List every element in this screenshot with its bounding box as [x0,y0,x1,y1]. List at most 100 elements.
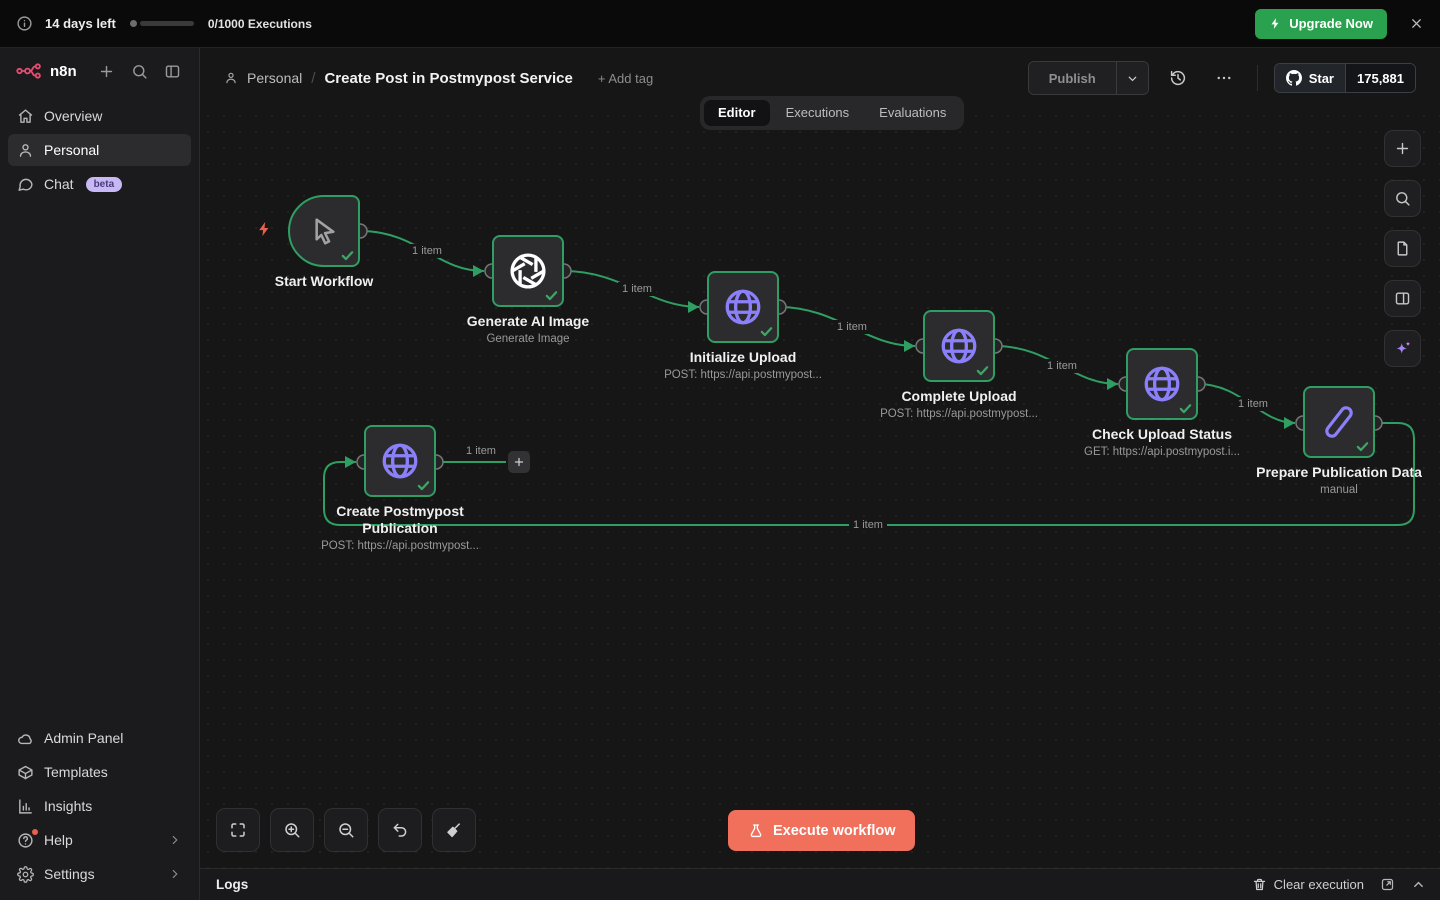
success-check-icon [417,479,430,492]
undo-icon [391,821,409,839]
close-banner-icon[interactable] [1409,16,1424,31]
node-generate-ai-image[interactable]: Generate AI Image Generate Image [492,235,564,307]
upgrade-now-button[interactable]: Upgrade Now [1255,9,1387,39]
connection-items-label: 1 item [1043,359,1081,373]
sidebar-logo-row: n8n [0,48,199,94]
github-star-widget[interactable]: Star 175,881 [1274,63,1416,93]
brand-name: n8n [50,63,77,80]
add-tag-button[interactable]: + Add tag [598,71,653,86]
zoom-out-button[interactable] [324,808,368,852]
node-subtitle: POST: https://api.postmypost... [844,408,1074,420]
bar-chart-icon [17,798,34,815]
sidebar-item-overview[interactable]: Overview [8,100,191,132]
trial-days-left: 14 days left [45,16,116,31]
sidebar-item-label: Chat [44,176,74,192]
node-check-upload-status[interactable]: Check Upload Status GET: https://api.pos… [1126,348,1198,420]
sidebar-item-personal[interactable]: Personal [8,134,191,166]
node-start-workflow[interactable]: Start Workflow [288,195,360,267]
add-node-plus-button[interactable] [508,451,530,473]
canvas-search-button[interactable] [1384,180,1421,217]
node-label: Check Upload Status [1047,426,1277,443]
node-prepare-publication-data[interactable]: Prepare Publication Data manual [1303,386,1375,458]
globe-icon [722,286,764,328]
trash-icon [1252,877,1267,892]
collapse-sidebar-icon[interactable] [160,59,185,84]
logs-panel-header[interactable]: Logs Clear execution [200,868,1440,900]
success-check-icon [1179,402,1192,415]
workflow-canvas[interactable]: 1 item 1 item 1 item 1 item 1 item 1 ite… [200,108,1440,868]
sidebar-item-chat[interactable]: Chat beta [8,168,191,200]
tab-evaluations[interactable]: Evaluations [865,100,960,126]
search-icon[interactable] [127,59,152,84]
pop-out-icon [1380,877,1395,892]
gear-icon [17,866,34,883]
pop-out-logs-button[interactable] [1380,877,1395,892]
success-check-icon [760,325,773,338]
header-divider [1257,65,1258,91]
trial-banner: 14 days left 0/1000 Executions Upgrade N… [0,0,1440,48]
clear-execution-button[interactable]: Clear execution [1252,877,1364,892]
node-subtitle: Generate Image [413,333,643,345]
sidebar-item-help[interactable]: Help [8,824,191,856]
trial-progress-bar [130,20,194,27]
tab-executions[interactable]: Executions [772,100,864,126]
view-tabs: Editor Executions Evaluations [700,96,964,130]
success-check-icon [1356,440,1369,453]
help-icon [17,832,34,849]
sidebar-item-label: Insights [44,798,92,814]
node-initialize-upload[interactable]: Initialize Upload POST: https://api.post… [707,271,779,343]
tidy-up-button[interactable] [432,808,476,852]
sidebar-item-admin-panel[interactable]: Admin Panel [8,722,191,754]
lightning-icon [1269,17,1282,30]
sidebar: n8n Overview Personal Cha [0,48,200,900]
new-workflow-icon[interactable] [94,59,119,84]
publish-options-button[interactable] [1116,62,1148,94]
node-label: Prepare Publication Data [1224,464,1440,481]
zoom-out-icon [337,821,355,839]
sidebar-item-settings[interactable]: Settings [8,858,191,890]
node-label: Complete Upload [844,388,1074,405]
breadcrumb: Personal / Create Post in Postmypost Ser… [224,70,653,87]
sparkle-icon [1393,339,1413,359]
connection-items-label: 1 item [849,518,887,532]
person-icon [224,71,238,85]
search-icon [1394,190,1411,207]
zoom-in-button[interactable] [270,808,314,852]
sidebar-item-templates[interactable]: Templates [8,756,191,788]
sidebar-item-insights[interactable]: Insights [8,790,191,822]
success-check-icon [341,249,354,262]
connection-items-label: 1 item [833,320,871,334]
fit-view-icon [229,821,247,839]
connection-items-label: 1 item [618,282,656,296]
connection-items-label: 1 item [462,444,500,458]
sidebar-footer: Admin Panel Templates Insights Help [0,716,199,900]
beta-badge: beta [86,177,123,192]
execute-workflow-button[interactable]: Execute workflow [728,810,915,851]
ai-assistant-button[interactable] [1384,330,1421,367]
add-node-button[interactable] [1384,130,1421,167]
info-icon [16,15,33,32]
toggle-panel-button[interactable] [1384,280,1421,317]
publish-button[interactable]: Publish [1029,62,1116,94]
node-complete-upload[interactable]: Complete Upload POST: https://api.postmy… [923,310,995,382]
github-icon [1286,70,1302,86]
more-options-button[interactable] [1207,61,1241,95]
zoom-to-fit-button[interactable] [216,808,260,852]
node-create-postmypost-publication[interactable]: Create Postmypost Publication POST: http… [364,425,436,497]
package-icon [17,764,34,781]
workflow-title[interactable]: Create Post in Postmypost Service [324,70,572,87]
file-icon [1394,240,1411,257]
sticky-note-button[interactable] [1384,230,1421,267]
workflow-history-button[interactable] [1161,61,1195,95]
expand-logs-button[interactable] [1411,877,1426,892]
chevron-up-icon [1411,877,1426,892]
node-label: Generate AI Image [413,313,643,330]
split-panel-icon [1394,290,1411,307]
undo-button[interactable] [378,808,422,852]
breadcrumb-project[interactable]: Personal [247,70,302,86]
sidebar-item-label: Personal [44,142,99,158]
tab-editor[interactable]: Editor [704,100,770,126]
flask-icon [748,823,764,839]
sidebar-item-label: Templates [44,764,108,780]
cursor-icon [308,215,340,247]
